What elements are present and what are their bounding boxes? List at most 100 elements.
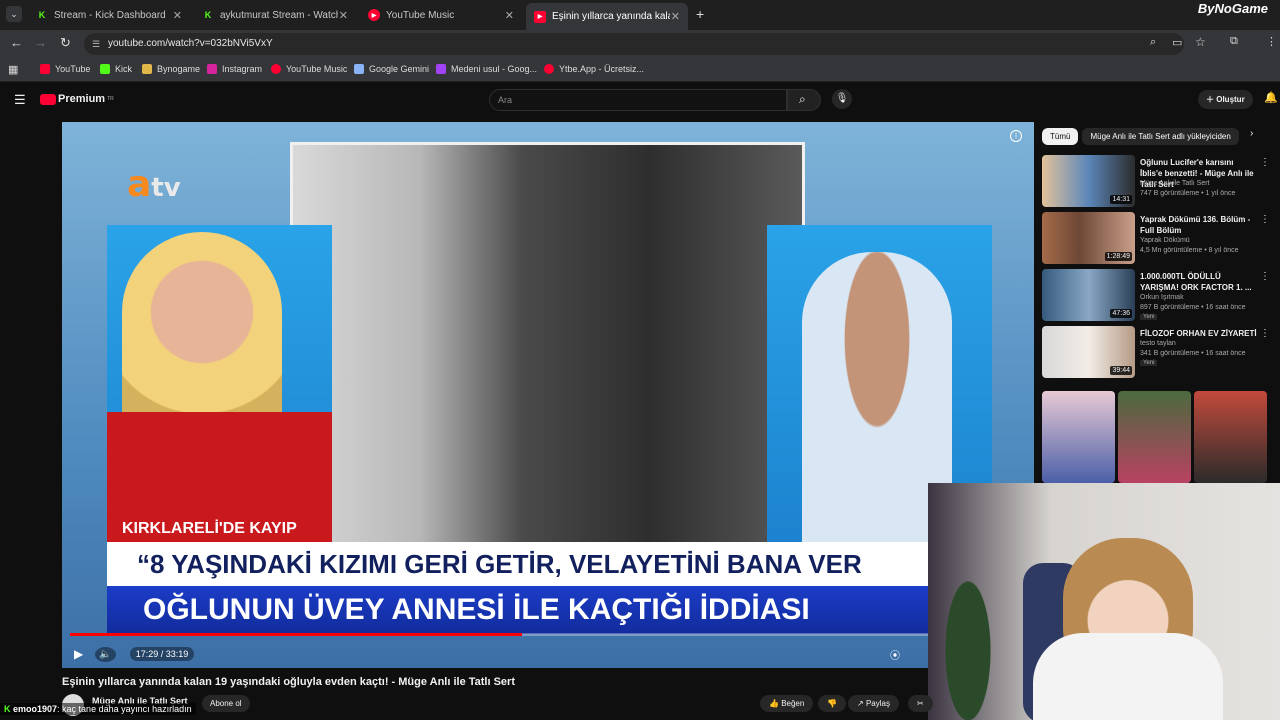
time-display: 17:29 / 33:19 <box>129 647 195 661</box>
bookmark-ytbe[interactable]: Ytbe.App - Ücretsiz... <box>544 64 644 74</box>
instagram-icon <box>207 64 217 74</box>
youtube-logo-icon <box>40 93 56 105</box>
short-thumbnail[interactable] <box>1042 391 1115 483</box>
video-frame: atv KIRKLARELİ'DE KAYIP “8 YAŞINDAKİ KIZ… <box>62 122 1034 668</box>
info-icon[interactable]: i <box>1010 130 1022 142</box>
christmas-tree <box>933 543 1003 720</box>
new-tab-icon[interactable]: + <box>696 6 704 22</box>
volume-icon[interactable]: 🔈 <box>95 646 116 662</box>
youtube-premium-logo[interactable]: Premium TR <box>40 93 114 105</box>
youtube-icon: ▶ <box>534 10 546 23</box>
chip-uploader[interactable]: Müge Anlı ile Tatlı Sert adlı yükleyicid… <box>1082 128 1239 145</box>
chat-username: emoo1907 <box>13 704 58 714</box>
tab-label: Stream - Kick Dashboard <box>54 9 166 21</box>
tab-youtube-music[interactable]: ▶ YouTube Music ✕ <box>360 4 522 26</box>
video-player[interactable]: atv KIRKLARELİ'DE KAYIP “8 YAŞINDAKİ KIZ… <box>62 122 1034 668</box>
ytbe-icon <box>544 64 554 74</box>
youtube-music-icon: ▶ <box>368 9 380 21</box>
like-button[interactable]: 👍 Beğen <box>760 695 814 712</box>
bookmark-youtube[interactable]: YouTube <box>40 64 90 74</box>
list-item[interactable]: 47:36 1.000.000TL ÖDÜLLÜ YARIŞMA! ORK FA… <box>1040 269 1280 321</box>
kick-icon <box>100 64 110 74</box>
wedding-photo <box>290 142 805 562</box>
video-thumbnail: 39:44 <box>1042 326 1135 378</box>
close-icon[interactable]: ✕ <box>505 9 514 22</box>
cast-icon[interactable]: ▭ <box>1172 36 1182 49</box>
location-caption: KIRKLARELİ'DE KAYIP <box>116 518 303 540</box>
headline-quote: “8 YAŞINDAKİ KIZIMI GERİ GETİR, VELAYETİ… <box>107 542 987 586</box>
close-icon[interactable]: ✕ <box>173 9 182 22</box>
close-icon[interactable]: ✕ <box>339 9 348 22</box>
microphone-icon[interactable]: 🎙 <box>832 89 852 109</box>
list-item[interactable]: 14:31 Oğlunu Lucifer'e karısını İblis'e … <box>1040 155 1280 207</box>
chevron-right-icon[interactable]: › <box>1250 128 1253 139</box>
kick-icon: K <box>38 10 46 20</box>
create-button[interactable]: ＋ Oluştur <box>1198 90 1253 109</box>
host-image <box>122 232 282 432</box>
tab-current-video[interactable]: ▶ Eşinin yıllarca yanında kalan 19 ✕ <box>526 3 688 30</box>
search-button[interactable]: ⌕ <box>787 89 821 111</box>
bookmark-bynogame[interactable]: Bynogame <box>142 64 200 74</box>
video-title: Eşinin yıllarca yanında kalan 19 yaşında… <box>62 676 515 688</box>
hamburger-menu-icon[interactable]: ☰ <box>14 92 26 108</box>
search-input[interactable]: Ara <box>489 89 787 111</box>
chip-all[interactable]: Tümü <box>1042 128 1079 145</box>
forward-icon[interactable]: → <box>34 35 47 50</box>
progress-bar[interactable] <box>70 633 930 636</box>
bookmark-instagram[interactable]: Instagram <box>207 64 262 74</box>
bookmark-medeni-usul[interactable]: Medeni usul - Goog... <box>436 64 537 74</box>
bynogame-icon <box>142 64 152 74</box>
reload-icon[interactable]: ↻ <box>60 35 71 51</box>
doc-icon <box>436 64 446 74</box>
youtube-music-icon <box>271 64 281 74</box>
short-thumbnail[interactable] <box>1118 391 1191 483</box>
close-icon[interactable]: ✕ <box>671 10 680 23</box>
more-options-icon[interactable]: ⋮ <box>1260 157 1270 168</box>
gemini-icon <box>354 64 364 74</box>
bookmarks-bar: ▦ YouTube Kick Bynogame Instagram YouTub… <box>0 58 1280 82</box>
list-item[interactable]: 1:28:49 Yaprak Dökümü 136. Bölüm - Full … <box>1040 212 1280 264</box>
more-options-icon[interactable]: ⋮ <box>1260 214 1270 225</box>
apps-grid-icon[interactable]: ▦ <box>8 63 18 76</box>
bookmark-gemini[interactable]: Google Gemini <box>354 64 429 74</box>
menu-icon[interactable]: ⋮ <box>1266 35 1277 48</box>
autoplay-toggle-icon[interactable]: ⦿ <box>890 647 900 662</box>
back-icon[interactable]: ← <box>10 35 23 50</box>
kick-icon: K <box>204 10 212 20</box>
recommendations-sidebar: Tümü Müge Anlı ile Tatlı Sert adlı yükley… <box>1040 122 1280 483</box>
tab-kick-dashboard[interactable]: K Stream - Kick Dashboard ✕ <box>28 4 190 26</box>
share-icon: ↗ <box>857 699 866 708</box>
progress-fill <box>70 633 522 636</box>
clip-button[interactable]: ✂ <box>908 695 933 712</box>
list-item[interactable]: 39:44 FİLOZOF ORHAN EV ZİYARETİ testo ta… <box>1040 326 1280 378</box>
short-thumbnail[interactable] <box>1194 391 1267 483</box>
tab-label: aykutmurat Stream - Watch Liv <box>220 9 338 21</box>
scissors-icon: ✂ <box>917 699 924 708</box>
address-bar: ← → ↻ ☰ youtube.com/watch?v=032bNVi5VxY … <box>0 30 1280 58</box>
zoom-icon[interactable]: ⌕ <box>1150 36 1156 49</box>
play-icon[interactable]: ▶ <box>74 647 83 661</box>
tab-label: YouTube Music <box>386 9 455 21</box>
site-info-icon[interactable]: ☰ <box>92 33 100 55</box>
bookmark-youtube-music[interactable]: YouTube Music <box>271 64 347 74</box>
video-thumbnail: 47:36 <box>1042 269 1135 321</box>
youtube-header: ☰ Premium TR Ara ⌕ 🎙 ＋ Oluştur 🔔 <box>0 83 1280 117</box>
more-options-icon[interactable]: ⋮ <box>1260 271 1270 282</box>
tab-kick-stream[interactable]: K aykutmurat Stream - Watch Liv ✕ <box>194 4 356 26</box>
bookmark-star-icon[interactable]: ☆ <box>1195 35 1206 49</box>
share-button[interactable]: ↗ Paylaş <box>848 695 899 712</box>
video-thumbnail: 1:28:49 <box>1042 212 1135 264</box>
dislike-button[interactable]: 👎 <box>818 695 846 712</box>
shorts-row <box>1042 391 1268 483</box>
bookmark-kick[interactable]: Kick <box>100 64 132 74</box>
notifications-bell-icon[interactable]: 🔔 <box>1264 91 1278 104</box>
more-options-icon[interactable]: ⋮ <box>1260 328 1270 339</box>
streamer-webcam <box>928 483 1280 720</box>
tab-search-chevron-icon[interactable]: ⌄ <box>6 6 22 22</box>
plus-icon: ＋ <box>1206 95 1217 104</box>
subscribe-button[interactable]: Abone ol <box>202 695 250 712</box>
url-input[interactable]: ☰ youtube.com/watch?v=032bNVi5VxY <box>84 33 1184 55</box>
new-badge: Yeni <box>1140 314 1158 320</box>
extensions-icon[interactable]: ⧉ <box>1230 35 1238 48</box>
thumbs-up-icon: 👍 <box>769 699 782 708</box>
